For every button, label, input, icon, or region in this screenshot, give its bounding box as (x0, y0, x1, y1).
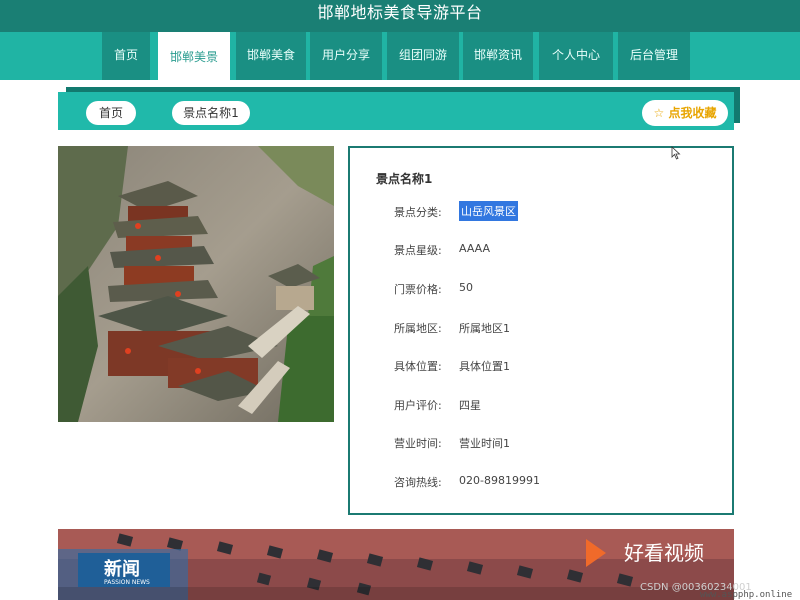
nav-food[interactable]: 邯郸美食 (236, 32, 306, 80)
field-label-star: 景点星级: (394, 244, 442, 257)
field-value-region: 所属地区1 (459, 322, 510, 335)
detail-title: 景点名称1 (376, 172, 433, 186)
video-brand: 好看视频 (624, 541, 704, 565)
field-label-location: 具体位置: (394, 360, 442, 373)
nav-user-share[interactable]: 用户分享 (310, 32, 382, 80)
field-label-hours: 营业时间: (394, 437, 442, 450)
temple-cliff-image (58, 146, 334, 422)
breadcrumb (58, 92, 734, 130)
field-label-rating: 用户评价: (394, 399, 442, 412)
nav-news[interactable]: 邯郸资讯 (463, 32, 533, 80)
field-label-price: 门票价格: (394, 283, 442, 296)
field-value-hours: 营业时间1 (459, 437, 510, 450)
main-nav: 首页 邯郸美景 邯郸美食 用户分享 组团同游 邯郸资讯 个人中心 后台管理 (0, 32, 800, 80)
mouse-cursor-icon (671, 145, 681, 164)
breadcrumb-home[interactable]: 首页 (86, 101, 136, 125)
field-value-category: 山岳风景区 (459, 201, 518, 221)
news-logo-text: 新闻 (104, 559, 140, 580)
scenic-photo (58, 146, 334, 422)
field-value-star: AAAA (459, 242, 491, 255)
site-watermark: www.aspphp.online (700, 590, 793, 600)
nav-group-tour[interactable]: 组团同游 (387, 32, 459, 80)
field-label-category: 景点分类: (394, 206, 442, 219)
nav-user-center[interactable]: 个人中心 (539, 32, 613, 80)
field-label-hotline: 咨询热线: (394, 476, 442, 489)
field-value-price: 50 (459, 281, 473, 294)
video-player[interactable]: 新闻 PASSION NEWS 好看视频 (58, 529, 734, 600)
favorite-button[interactable]: ☆ 点我收藏 (642, 100, 728, 126)
field-value-hotline: 020-89819991 (459, 474, 540, 487)
news-logo-sub: PASSION NEWS (104, 579, 150, 586)
field-value-location: 具体位置1 (459, 360, 510, 373)
nav-home[interactable]: 首页 (102, 32, 150, 80)
app-title: 邯郸地标美食导游平台 (0, 0, 800, 32)
detail-panel: 景点名称1 景点分类: 山岳风景区 景点星级: AAAA 门票价格: 50 所属… (348, 146, 734, 515)
field-label-region: 所属地区: (394, 322, 442, 335)
nav-admin[interactable]: 后台管理 (618, 32, 690, 80)
breadcrumb-current[interactable]: 景点名称1 (172, 101, 250, 125)
field-value-rating: 四星 (459, 399, 481, 412)
nav-scenery[interactable]: 邯郸美景 (158, 32, 230, 80)
